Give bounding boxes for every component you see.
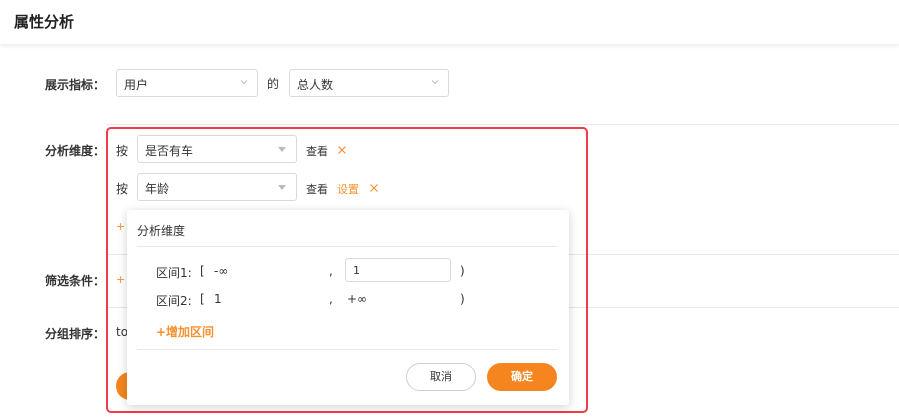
entity-select-value: 用户 xyxy=(124,78,149,92)
group-sort-label: 分组排序： xyxy=(45,327,106,341)
popover-title: 分析维度 xyxy=(137,224,186,238)
metric-select-value: 总人数 xyxy=(297,78,334,92)
popover-divider xyxy=(137,246,557,247)
interval-close-bracket: ) xyxy=(460,292,465,306)
cancel-button[interactable]: 取消 xyxy=(406,363,476,391)
page-header: 属性分析 xyxy=(0,0,899,44)
interval-to-input[interactable] xyxy=(345,258,451,282)
interval-open-bracket: [ xyxy=(200,264,205,278)
interval-close-bracket: ) xyxy=(460,264,465,278)
metric-connector: 的 xyxy=(267,77,280,91)
interval-label: 区间1: xyxy=(156,266,192,280)
metric-select[interactable]: 总人数 xyxy=(289,69,449,97)
entity-select[interactable]: 用户 xyxy=(116,69,258,97)
interval-to: +∞ xyxy=(347,292,368,306)
dimension-label: 分析维度： xyxy=(45,144,106,158)
chevron-down-icon xyxy=(431,80,439,85)
interval-from: -∞ xyxy=(214,264,229,278)
display-metric-label: 展示指标： xyxy=(45,78,106,92)
interval-open-bracket: [ xyxy=(200,292,205,306)
filter-label: 筛选条件： xyxy=(45,274,106,288)
confirm-button[interactable]: 确定 xyxy=(487,363,557,391)
interval-comma: , xyxy=(329,264,333,278)
interval-settings-popover: 分析维度 区间1: [ -∞ , ) 区间2: [ 1 , +∞ ) +增加区间… xyxy=(127,210,569,405)
interval-label: 区间2: xyxy=(156,294,192,308)
add-interval-link[interactable]: +增加区间 xyxy=(156,323,214,340)
chevron-down-icon xyxy=(240,80,248,85)
interval-from: 1 xyxy=(214,292,222,306)
interval-comma: , xyxy=(329,292,333,306)
section-divider xyxy=(106,124,899,125)
popover-divider xyxy=(137,349,557,350)
page-title: 属性分析 xyxy=(14,13,75,31)
